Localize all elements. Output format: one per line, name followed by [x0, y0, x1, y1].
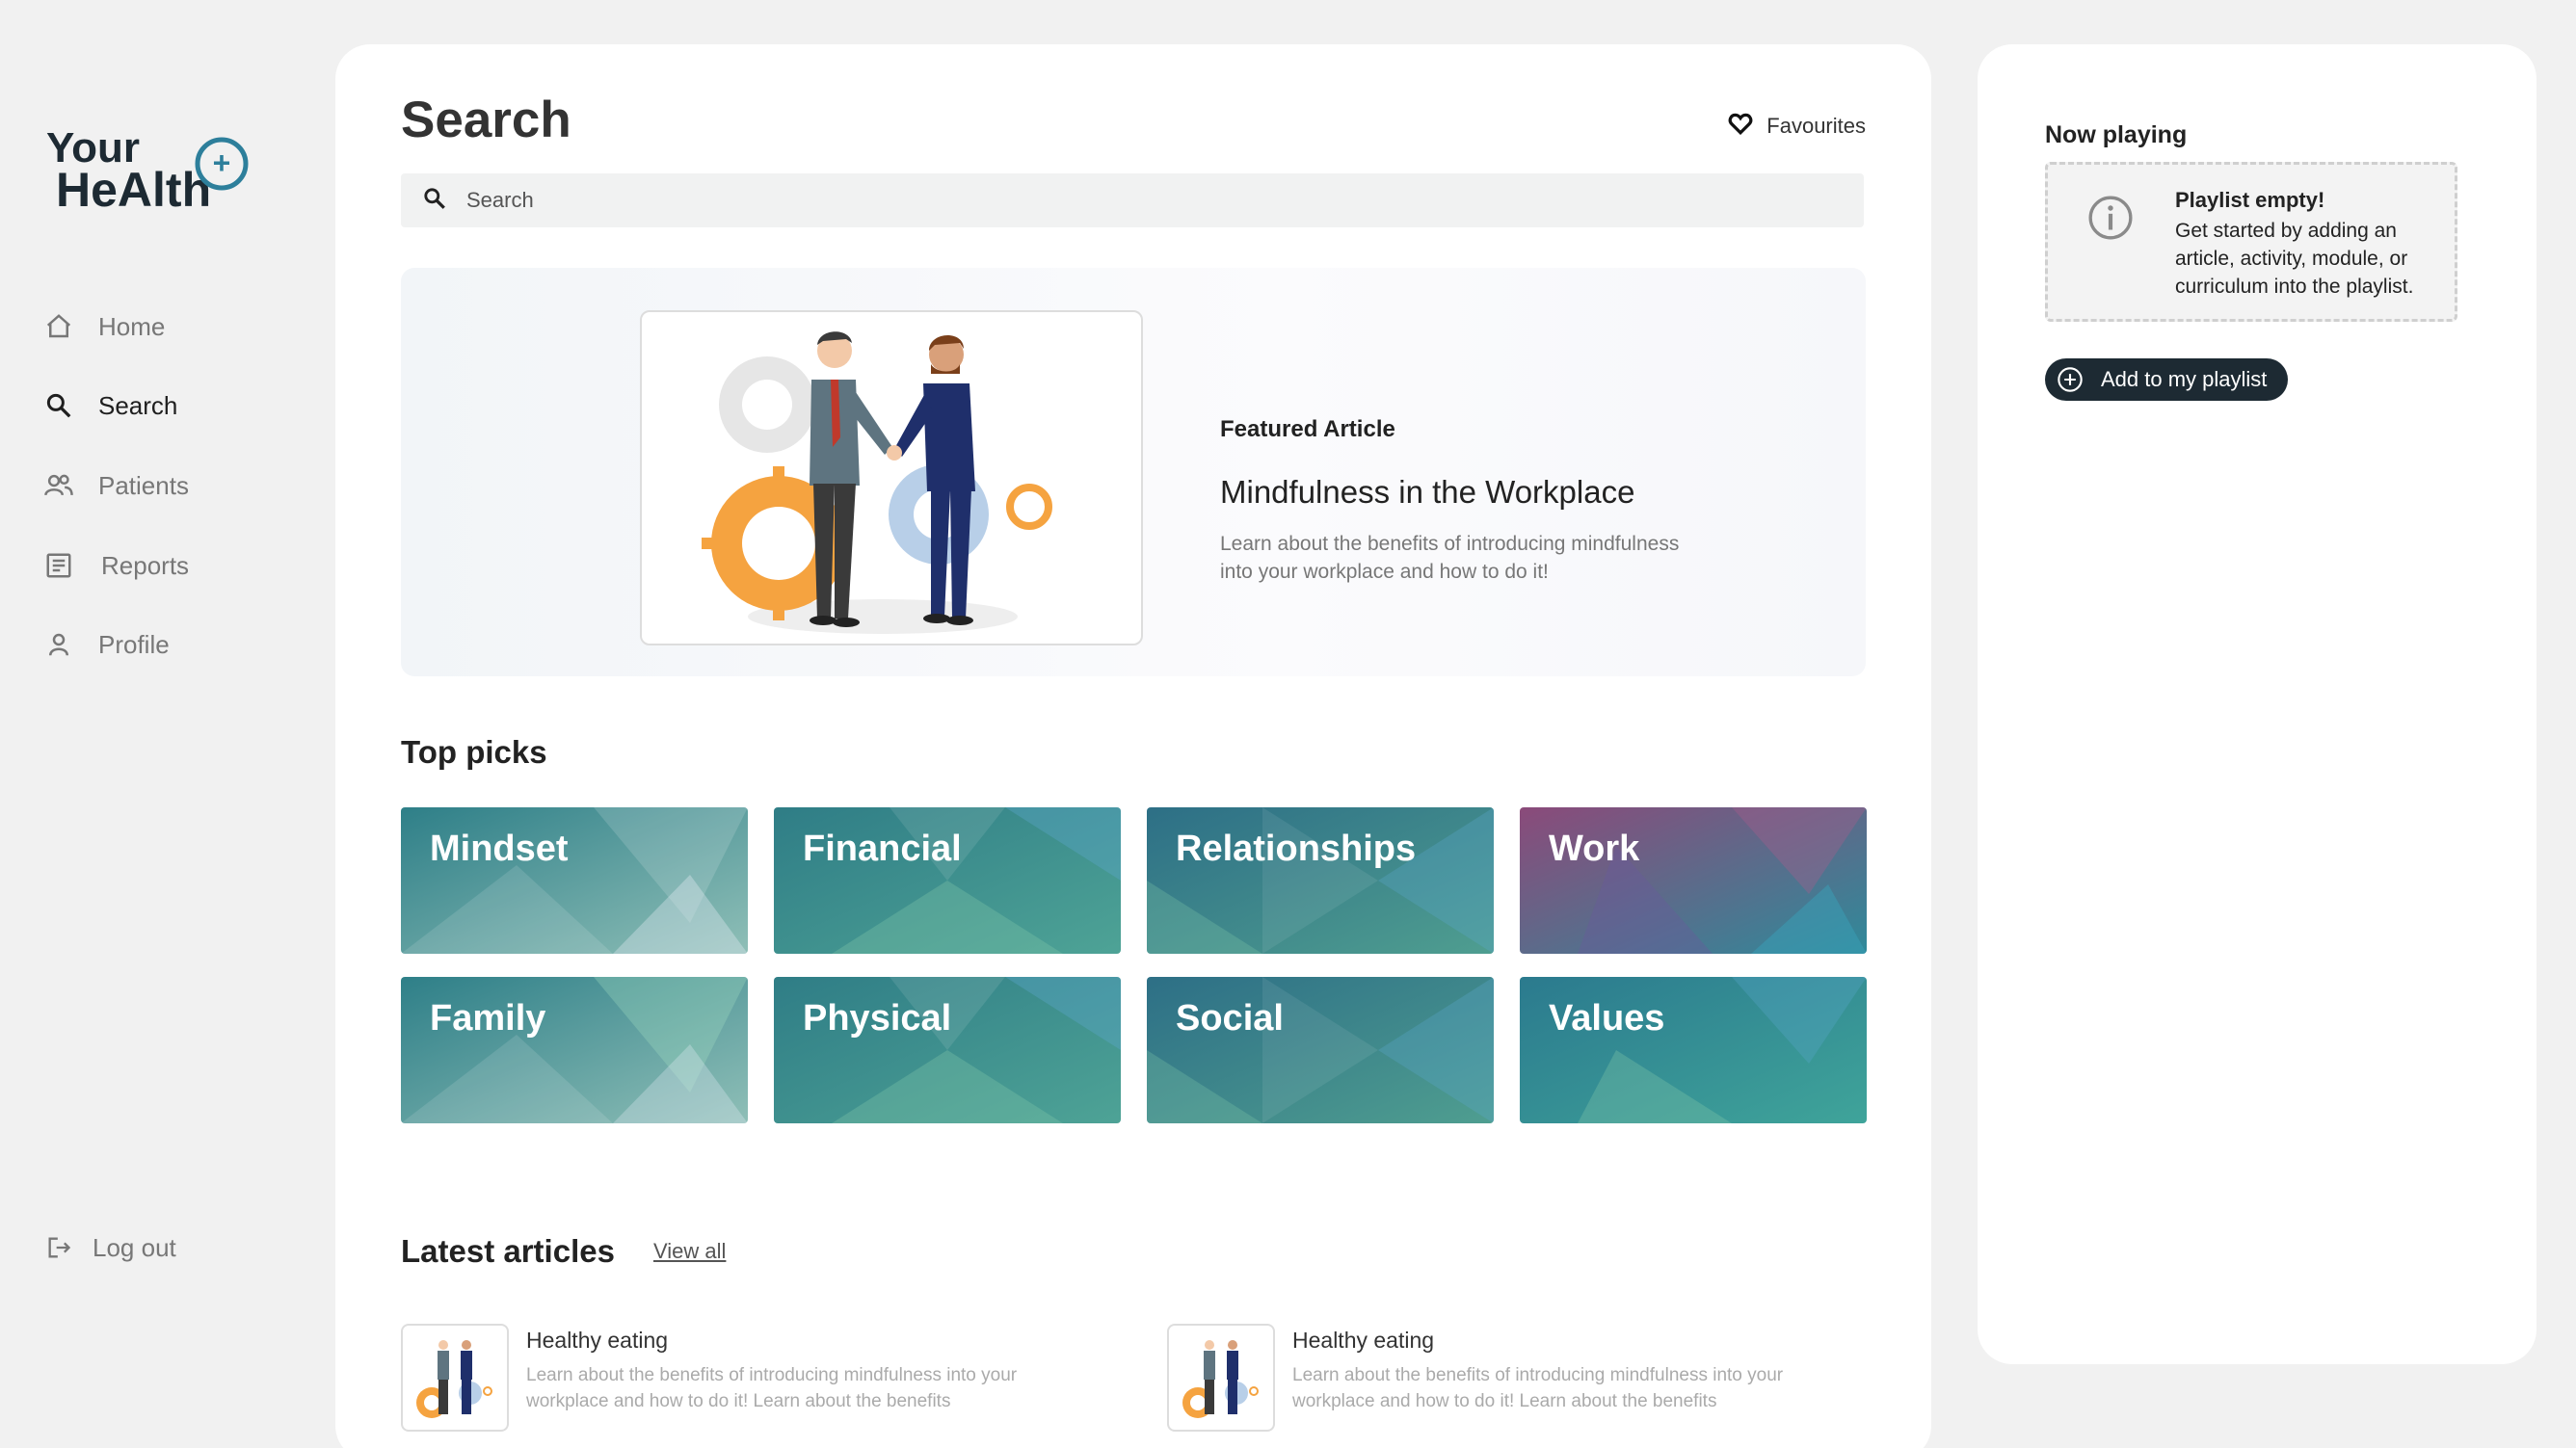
view-all-link[interactable]: View all: [653, 1239, 726, 1264]
article-description: Learn about the benefits of introducing …: [526, 1365, 1018, 1411]
sidebar-item-label: Reports: [101, 550, 190, 580]
main-content: Search Favourites Search Featured Articl…: [335, 44, 1931, 1448]
category-label: Family: [430, 998, 546, 1039]
playlist-empty-notice: Playlist empty! Get started by adding an…: [2045, 162, 2457, 322]
favourites-label: Favourites: [1766, 114, 1866, 138]
brand-logo: Your HeAlth +: [46, 124, 249, 217]
handshake: [887, 445, 902, 461]
featured-article-card[interactable]: Featured Article Mindfulness in the Work…: [401, 268, 1866, 676]
sidebar-item-label: Profile: [98, 629, 170, 659]
add-to-playlist-label: Add to my playlist: [2101, 367, 2268, 391]
now-playing-panel: Now playing Playlist empty! Get started …: [1978, 44, 2536, 1364]
sidebar-item-search[interactable]: Search: [42, 382, 293, 430]
search-input[interactable]: [466, 188, 1816, 213]
search-icon: [42, 389, 75, 422]
category-label: Social: [1176, 998, 1284, 1039]
featured-title: Mindfulness in the Workplace: [1220, 474, 1635, 510]
sidebar-item-label: Patients: [98, 470, 189, 500]
reports-icon: [42, 549, 75, 582]
latest-articles-title: Latest articles: [401, 1233, 615, 1269]
category-tile-relationships[interactable]: Relationships: [1147, 807, 1494, 954]
featured-kicker: Featured Article: [1220, 416, 1395, 442]
search-bar: [401, 173, 1864, 227]
logout-button[interactable]: Log out: [42, 1224, 293, 1272]
handshake-illustration: [702, 331, 1052, 634]
category-label: Physical: [803, 998, 952, 1039]
category-tile-social[interactable]: Social: [1147, 977, 1494, 1123]
article-thumbnail: [1167, 1324, 1275, 1432]
patients-icon: [42, 469, 75, 502]
playlist-empty-title: Playlist empty!: [2175, 188, 2325, 212]
category-tile-mindset[interactable]: Mindset: [401, 807, 748, 954]
profile-icon: [42, 628, 75, 661]
search-icon: [422, 186, 447, 216]
featured-description: Learn about the benefits of introducing …: [1220, 533, 1680, 583]
playlist-empty-description: Get started by adding an article, activi…: [2175, 220, 2414, 298]
category-tile-family[interactable]: Family: [401, 977, 748, 1123]
category-tile-physical[interactable]: Physical: [774, 977, 1121, 1123]
article-title: Healthy eating: [526, 1328, 669, 1353]
article-thumbnail: [401, 1324, 509, 1432]
sidebar-item-label: Search: [98, 390, 178, 420]
brand-line2: HeAlth: [56, 163, 211, 217]
heart-icon: [1728, 112, 1753, 141]
category-tile-financial[interactable]: Financial: [774, 807, 1121, 954]
sidebar-item-profile[interactable]: Profile: [42, 620, 293, 669]
plus-circle-icon: [2057, 366, 2084, 399]
top-picks-title: Top picks: [401, 734, 547, 770]
sidebar-item-reports[interactable]: Reports: [42, 541, 293, 590]
sidebar-item-label: Home: [98, 311, 166, 341]
category-label: Financial: [803, 829, 962, 869]
home-icon: [42, 310, 75, 343]
category-label: Mindset: [430, 829, 569, 869]
featured-article-image: [640, 310, 1143, 645]
person-left: [810, 331, 892, 627]
logout-icon: [42, 1231, 75, 1264]
add-to-playlist-button[interactable]: Add to my playlist: [2045, 358, 2289, 401]
now-playing-title: Now playing: [2045, 121, 2188, 148]
gear-small-orange: [1006, 484, 1052, 530]
logout-label: Log out: [93, 1232, 176, 1262]
article-title: Healthy eating: [1292, 1328, 1435, 1353]
category-tile-values[interactable]: Values: [1520, 977, 1867, 1123]
sidebar-item-home[interactable]: Home: [42, 303, 293, 351]
info-icon: [2086, 194, 2135, 247]
article-item[interactable]: Healthy eating Learn about the benefits …: [401, 1324, 1076, 1439]
category-label: Work: [1549, 829, 1640, 869]
category-tile-work[interactable]: Work: [1520, 807, 1867, 954]
sidebar-item-patients[interactable]: Patients: [42, 461, 293, 510]
category-label: Values: [1549, 998, 1665, 1039]
article-description: Learn about the benefits of introducing …: [1292, 1365, 1784, 1411]
favourites-button[interactable]: Favourites: [1728, 112, 1866, 141]
brand-plus: +: [213, 145, 231, 180]
sidebar: Your HeAlth + Home Search Patients Repor…: [0, 0, 335, 1448]
category-label: Relationships: [1176, 829, 1417, 869]
gear-grey: [719, 356, 815, 453]
page-title: Search: [401, 92, 571, 148]
article-item[interactable]: Healthy eating Learn about the benefits …: [1167, 1324, 1842, 1439]
